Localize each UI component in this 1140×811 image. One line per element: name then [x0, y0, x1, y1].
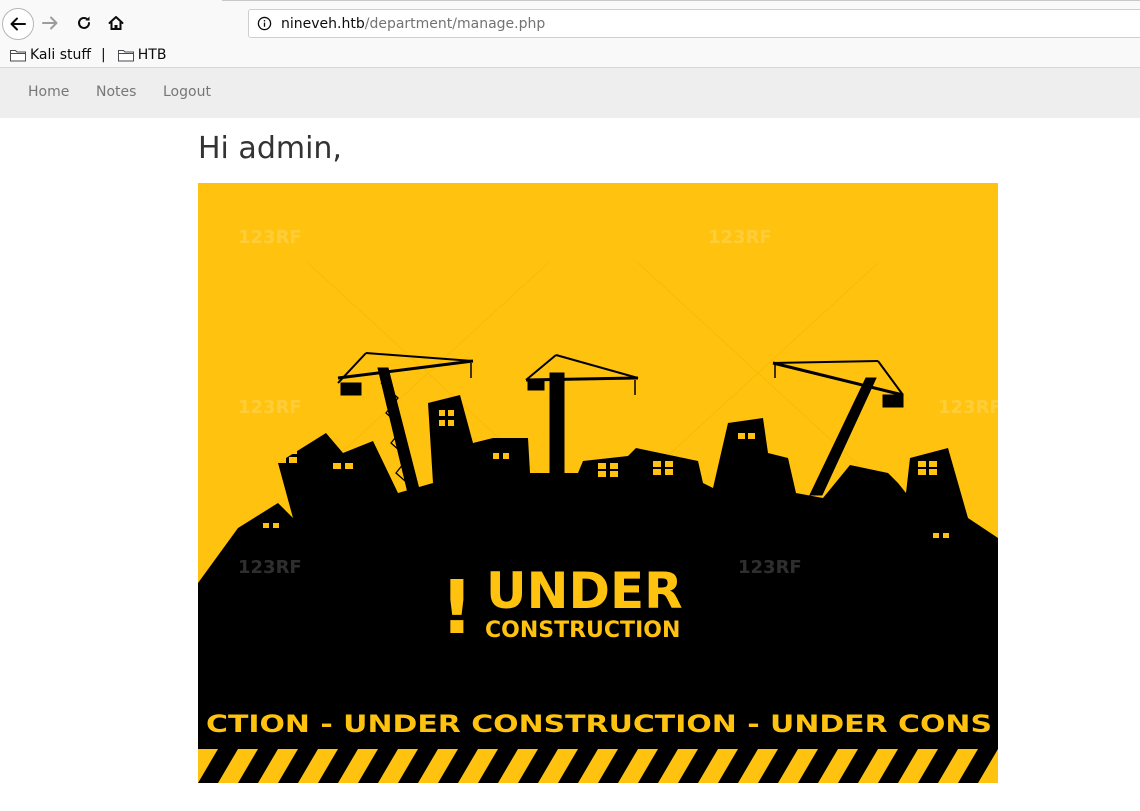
- address-bar[interactable]: nineveh.htb/department/manage.php: [248, 9, 1140, 38]
- forward-button[interactable]: [34, 7, 66, 39]
- nav-logout-link[interactable]: Logout: [163, 84, 211, 100]
- folder-icon: [10, 49, 26, 61]
- bookmark-separator: |: [101, 47, 106, 63]
- reload-icon: [78, 16, 90, 29]
- bookmark-label: Kali stuff: [30, 47, 92, 63]
- page-greeting: Hi admin,: [198, 131, 342, 166]
- home-icon: [108, 16, 124, 30]
- url-path: /department/manage.php: [364, 16, 546, 32]
- watermark: 123RF: [738, 557, 802, 578]
- watermark: 123RF: [708, 227, 772, 248]
- site-navbar: Home Notes Logout: [0, 68, 1140, 118]
- back-button[interactable]: [2, 8, 34, 40]
- hazard-stripes: [198, 749, 998, 783]
- nav-notes-link[interactable]: Notes: [96, 84, 136, 100]
- watermark: 123RF: [238, 397, 302, 418]
- url-text[interactable]: nineveh.htb/department/manage.php: [281, 16, 545, 32]
- nav-home-link[interactable]: Home: [28, 84, 69, 100]
- bookmark-label: HTB: [137, 47, 167, 63]
- watermark: 123RF: [238, 227, 302, 248]
- watermark: 123RF: [238, 557, 302, 578]
- bookmark-htb[interactable]: HTB: [108, 47, 170, 63]
- banner-sub-text: CONSTRUCTION: [485, 618, 680, 643]
- tab-strip-edge: [222, 0, 1140, 4]
- info-icon[interactable]: [257, 16, 272, 31]
- folder-icon: [117, 49, 134, 61]
- watermark: 123RF: [938, 397, 998, 418]
- banner-main-text: UNDER: [486, 562, 683, 620]
- bookmark-kali-stuff[interactable]: Kali stuff: [0, 47, 94, 63]
- banner-exclamation: !: [440, 565, 474, 651]
- home-button[interactable]: [100, 7, 132, 39]
- browser-toolbar: nineveh.htb/department/manage.php Kali s…: [0, 0, 1140, 68]
- back-arrow-icon: [10, 17, 26, 31]
- bookmarks-toolbar: Kali stuff | HTB: [0, 44, 169, 66]
- reload-button[interactable]: [68, 7, 100, 39]
- under-construction-image: 123RF 123RF 123RF 123RF 123RF 123RF ! UN…: [198, 183, 998, 783]
- banner-ribbon-text: CTION - UNDER CONSTRUCTION - UNDER CONS: [206, 710, 992, 738]
- url-host: nineveh.htb: [281, 16, 365, 32]
- forward-arrow-icon: [42, 16, 58, 30]
